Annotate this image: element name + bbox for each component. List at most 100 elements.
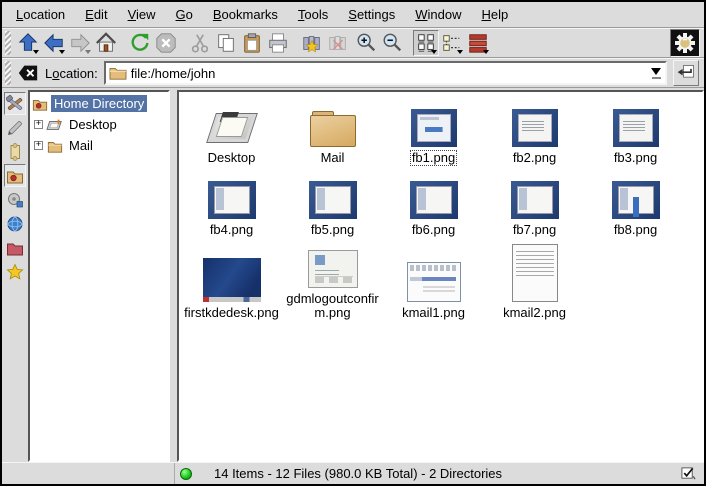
file-item[interactable]: fb8.png (585, 172, 686, 238)
file-item[interactable]: fb3.png (585, 100, 686, 166)
toolbar-grip[interactable] (5, 31, 11, 55)
file-icon-view: Desktop Mail fb1.png fb2.png fb3.png fb4… (177, 90, 704, 462)
file-label: gdmlogoutconfirm.png (282, 291, 383, 322)
sidebar-tab-network[interactable] (4, 212, 26, 235)
sidebar-tab-services[interactable] (4, 188, 26, 211)
sidebar-tab-bookmarks[interactable] (4, 260, 26, 283)
chevron-down-icon (651, 68, 661, 75)
icon-view-dropdown-arrow[interactable] (431, 50, 437, 54)
konqueror-window: Location Edit View Go Bookmarks Tools Se… (0, 0, 706, 486)
dialog-screenshot-thumbnail (308, 250, 358, 288)
stop-icon (155, 32, 177, 54)
home-button[interactable] (93, 30, 119, 56)
system-tools-icon (6, 95, 24, 113)
go-button[interactable] (673, 60, 699, 86)
sidebar-tab-system[interactable] (4, 92, 26, 115)
location-toolbar-grip[interactable] (5, 61, 11, 85)
file-item[interactable]: fb5.png (282, 172, 383, 238)
tree-item-mail[interactable]: + Mail (34, 135, 167, 156)
expander-plus-icon[interactable]: + (34, 141, 43, 150)
location-toolbar: Location: (2, 58, 704, 88)
file-label: fb8.png (612, 222, 659, 238)
network-globe-icon (6, 215, 24, 233)
menu-bookmarks[interactable]: Bookmarks (203, 4, 288, 25)
location-input[interactable] (131, 66, 647, 81)
print-button[interactable] (265, 30, 291, 56)
file-label: fb4.png (208, 222, 255, 238)
tree-item-home-directory[interactable]: Home Directory (31, 93, 167, 114)
file-item[interactable]: fb4.png (181, 172, 282, 238)
desktop-screenshot-thumbnail (203, 258, 261, 302)
bookmarks-star-icon (6, 263, 24, 281)
location-combobox[interactable] (104, 61, 667, 85)
up-dropdown-arrow[interactable] (33, 50, 39, 54)
screenshot-doc-thumbnail (613, 109, 659, 147)
folder-icon (109, 65, 127, 81)
menu-view[interactable]: View (118, 4, 166, 25)
composer-window-thumbnail (512, 244, 558, 302)
menu-go[interactable]: Go (166, 4, 203, 25)
menu-window[interactable]: Window (405, 4, 471, 25)
home-icon (95, 32, 117, 54)
menu-tools[interactable]: Tools (288, 4, 338, 25)
tree-item-label: Mail (66, 137, 96, 154)
detailed-list-view-dropdown-arrow[interactable] (483, 50, 489, 54)
detailed-list-view-button[interactable] (465, 30, 491, 56)
link-view-checkbox-icon[interactable] (681, 466, 696, 481)
screenshot-slide-thumbnail (411, 109, 457, 147)
reload-button[interactable] (127, 30, 153, 56)
sidebar-splitter[interactable] (170, 90, 177, 462)
sidebar-tab-pencil[interactable] (4, 116, 26, 139)
copy-button[interactable] (213, 30, 239, 56)
file-item[interactable]: fb7.png (484, 172, 585, 238)
paste-button[interactable] (239, 30, 265, 56)
up-button[interactable] (15, 30, 41, 56)
image-gallery-button[interactable] (299, 30, 325, 56)
sidebar-tab-history[interactable] (4, 140, 26, 163)
active-view-led (180, 468, 192, 480)
paste-icon (241, 32, 263, 54)
file-item[interactable]: Desktop (181, 100, 282, 166)
zoom-in-button[interactable] (353, 30, 379, 56)
menu-help[interactable]: Help (472, 4, 519, 25)
back-dropdown-arrow[interactable] (59, 50, 65, 54)
desktop-icon (207, 103, 257, 147)
forward-button (67, 30, 93, 56)
file-item[interactable]: kmail1.png (383, 244, 484, 321)
menu-settings[interactable]: Settings (338, 4, 405, 25)
file-item[interactable]: gdmlogoutconfirm.png (282, 244, 383, 321)
file-item[interactable]: fb6.png (383, 172, 484, 238)
tree-view-button[interactable] (439, 30, 465, 56)
clear-location-button[interactable] (15, 60, 41, 86)
expander-plus-icon[interactable]: + (34, 120, 43, 129)
home-folder-icon (31, 96, 49, 112)
tree-item-label: Home Directory (51, 95, 147, 112)
back-button[interactable] (41, 30, 67, 56)
home-folder-icon (6, 167, 24, 185)
kde-throbber[interactable] (670, 29, 700, 57)
file-item[interactable]: fb2.png (484, 100, 585, 166)
menu-location[interactable]: Location (6, 4, 75, 25)
screenshot-logo-thumbnail (612, 181, 660, 219)
image-gallery-disabled-button (325, 30, 351, 56)
file-item[interactable]: kmail2.png (484, 244, 585, 321)
tree-view-dropdown-arrow[interactable] (457, 50, 463, 54)
location-dropdown-button[interactable] (647, 63, 665, 83)
folder-icon (46, 138, 64, 154)
menu-edit[interactable]: Edit (75, 4, 117, 25)
sidebar-tab-home[interactable] (4, 164, 26, 187)
dropdown-underline (652, 77, 661, 79)
screenshot-doc-thumbnail (512, 109, 558, 147)
tree-item-desktop[interactable]: + Desktop (34, 114, 167, 135)
file-label: Mail (319, 150, 347, 166)
sidebar-tab-root[interactable] (4, 236, 26, 259)
file-item[interactable]: fb1.png (383, 100, 484, 166)
icon-view-button[interactable] (413, 30, 439, 56)
zoom-out-button[interactable] (379, 30, 405, 56)
file-item[interactable]: firstkdedesk.png (181, 244, 282, 321)
file-label: Desktop (206, 150, 258, 166)
file-label: kmail2.png (501, 305, 568, 321)
menu-bar: Location Edit View Go Bookmarks Tools Se… (2, 2, 704, 28)
file-label: fb2.png (511, 150, 558, 166)
file-item[interactable]: Mail (282, 100, 383, 166)
